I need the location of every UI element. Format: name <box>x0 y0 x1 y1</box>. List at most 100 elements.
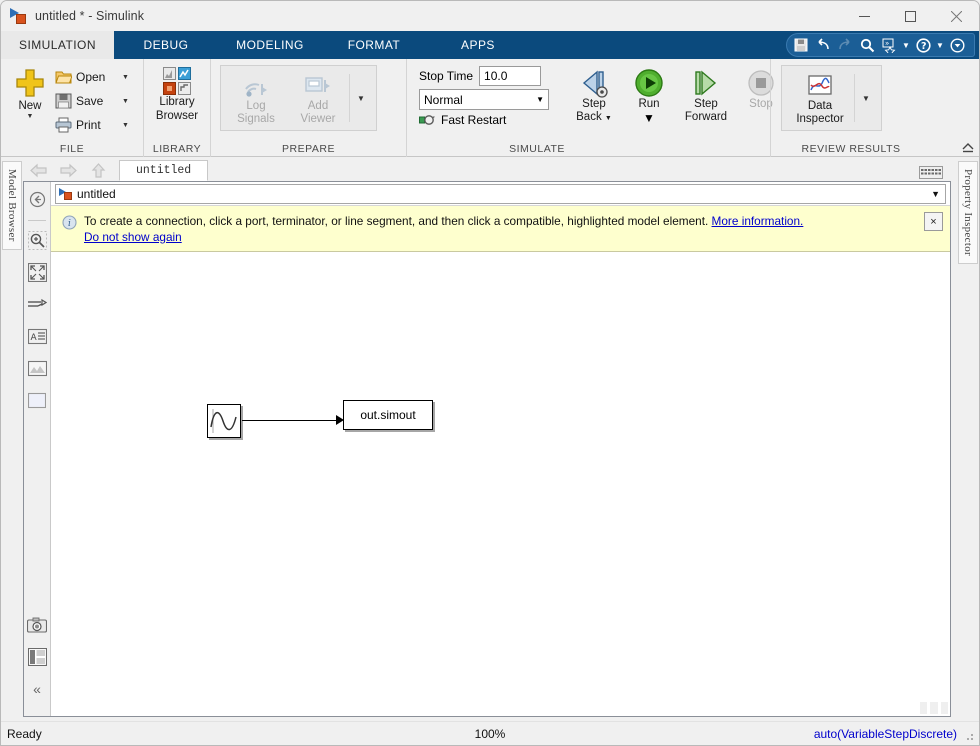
more-information-link[interactable]: More information. <box>712 214 804 228</box>
fit-to-view-icon[interactable] <box>26 261 48 283</box>
connection-hint-text: To create a connection, click a port, te… <box>84 211 803 245</box>
save-button-label: Save <box>76 94 104 108</box>
prepare-more-caret-icon[interactable]: ▼ <box>350 68 372 128</box>
collapse-ribbon-icon[interactable] <box>960 139 976 155</box>
simulation-settings: Stop Time 10.0 Normal ▼ Fast Restart <box>413 62 553 127</box>
step-back-label-1: Step <box>582 98 606 110</box>
review-more-caret-icon[interactable]: ▼ <box>855 68 877 128</box>
tab-format[interactable]: FORMAT <box>322 31 426 59</box>
to-workspace-block-label: out.simout <box>360 408 416 422</box>
model-path-input[interactable]: untitled ▼ <box>55 183 946 204</box>
do-not-show-again-link[interactable]: Do not show again <box>84 230 182 244</box>
step-forward-button[interactable]: Step Forward <box>675 64 737 125</box>
image-icon[interactable] <box>26 357 48 379</box>
favorites-icon[interactable]: » <box>878 35 900 55</box>
fast-restart-label: Fast Restart <box>441 113 507 127</box>
open-caret-icon[interactable]: ▼ <box>122 74 129 81</box>
canvas-tool-strip: A « <box>24 182 51 716</box>
tab-simulation[interactable]: SIMULATION <box>1 31 114 59</box>
tab-apps[interactable]: APPS <box>426 31 530 59</box>
run-caret-icon[interactable]: ▼ <box>643 111 655 125</box>
model-browser-label: Model Browser <box>2 161 22 250</box>
collapse-toolbar-icon[interactable]: « <box>26 678 48 700</box>
camera-snapshot-icon[interactable] <box>26 614 48 636</box>
open-button[interactable]: Open ▼ <box>53 65 131 89</box>
run-icon <box>635 69 663 97</box>
help-caret-icon[interactable]: ▼ <box>934 35 946 55</box>
new-caret-icon[interactable]: ▼ <box>27 113 34 121</box>
simulation-mode-select[interactable]: Normal ▼ <box>419 89 549 110</box>
undo-icon[interactable] <box>812 35 834 55</box>
up-arrow-icon[interactable] <box>83 159 113 181</box>
ribbon-group-review-results: Data Inspector ▼ REVIEW RESULTS <box>770 59 938 157</box>
solver-info[interactable]: auto(VariableStepDiscrete) <box>814 727 957 741</box>
stop-time-label: Stop Time <box>419 69 474 83</box>
forward-arrow-icon[interactable] <box>53 159 83 181</box>
signal-routing-icon[interactable] <box>26 293 48 315</box>
print-button[interactable]: Print ▼ <box>53 113 131 137</box>
favorites-caret-icon[interactable]: ▼ <box>900 35 912 55</box>
help-icon[interactable]: ? <box>912 35 934 55</box>
simulink-model-icon <box>59 187 73 201</box>
file-tab-untitled[interactable]: untitled <box>119 160 209 181</box>
simulink-window: untitled * - Simulink SIMULATION DEBUG M… <box>0 0 980 746</box>
annotation-icon[interactable]: A <box>26 325 48 347</box>
close-banner-button[interactable]: × <box>924 212 943 231</box>
close-button[interactable] <box>933 1 979 31</box>
signal-line[interactable] <box>242 420 339 421</box>
model-path-bar: untitled ▼ <box>51 182 950 206</box>
navigate-back-icon[interactable] <box>26 188 48 210</box>
log-signals-icon <box>245 83 267 97</box>
property-inspector-label: Property Inspector <box>958 161 978 264</box>
minimize-ribbon-icon[interactable] <box>946 35 968 55</box>
editor-layout-grip-icon[interactable] <box>919 166 943 179</box>
model-browser-panel-tab[interactable]: Model Browser <box>1 157 23 721</box>
ribbon-group-simulate: Stop Time 10.0 Normal ▼ Fast Restart Ste… <box>406 59 774 157</box>
tab-modeling[interactable]: MODELING <box>218 31 322 59</box>
stop-time-input[interactable]: 10.0 <box>479 66 542 86</box>
add-viewer-label-2: Viewer <box>300 113 336 125</box>
area-icon[interactable] <box>26 389 48 411</box>
log-signals-label-1: Log <box>246 100 266 112</box>
step-back-button[interactable]: Step Back ▼ <box>565 64 623 125</box>
save-button[interactable]: Save ▼ <box>53 89 131 113</box>
new-button[interactable]: New ▼ <box>7 64 53 121</box>
maximize-button[interactable] <box>887 1 933 31</box>
ribbon-group-prepare-label: PREPARE <box>282 143 335 155</box>
to-workspace-block[interactable]: out.simout <box>343 400 433 430</box>
print-caret-icon[interactable]: ▼ <box>122 122 129 129</box>
back-arrow-icon[interactable] <box>23 159 53 181</box>
search-icon[interactable] <box>856 35 878 55</box>
sine-wave-block[interactable] <box>207 404 241 438</box>
fast-restart-button[interactable]: Fast Restart <box>419 113 549 127</box>
log-signals-button[interactable]: Log Signals <box>225 68 287 128</box>
run-button[interactable]: Run ▼ <box>623 64 675 125</box>
window-resize-grip[interactable] <box>963 730 975 742</box>
svg-text:i: i <box>68 219 71 229</box>
property-inspector-panel-tab[interactable]: Property Inspector <box>957 157 979 721</box>
canvas-column: untitled ▼ i To create a connection, cli… <box>51 182 950 716</box>
zoom-in-icon[interactable] <box>26 229 48 251</box>
ribbon-group-file-label: FILE <box>59 143 85 155</box>
data-inspector-button[interactable]: Data Inspector <box>786 68 854 128</box>
status-bar: Ready 100% auto(VariableStepDiscrete) <box>1 721 979 745</box>
save-icon[interactable] <box>790 35 812 55</box>
add-viewer-button[interactable]: Add Viewer <box>287 68 349 128</box>
ribbon-group-file: New ▼ Open ▼ Save ▼ Print ▼ FILE <box>1 59 143 157</box>
library-browser-icon <box>163 67 191 95</box>
simulation-mode-value: Normal <box>424 92 463 107</box>
library-browser-button[interactable]: Library Browser <box>150 64 204 123</box>
editor-nav-row: untitled <box>23 157 957 181</box>
model-canvas[interactable]: out.simout <box>51 252 950 716</box>
layout-panels-icon[interactable] <box>26 646 48 668</box>
minimize-button[interactable] <box>841 1 887 31</box>
connection-hint-body: To create a connection, click a port, te… <box>84 214 709 228</box>
model-path-caret-icon[interactable]: ▼ <box>931 189 942 199</box>
tab-debug[interactable]: DEBUG <box>114 31 218 59</box>
model-path-text: untitled <box>77 186 116 201</box>
canvas-resize-grip[interactable] <box>920 702 948 714</box>
ribbon-group-review-label: REVIEW RESULTS <box>801 143 901 155</box>
open-button-label: Open <box>76 70 106 84</box>
save-caret-icon[interactable]: ▼ <box>122 98 129 105</box>
library-browser-label-2: Browser <box>155 110 199 122</box>
